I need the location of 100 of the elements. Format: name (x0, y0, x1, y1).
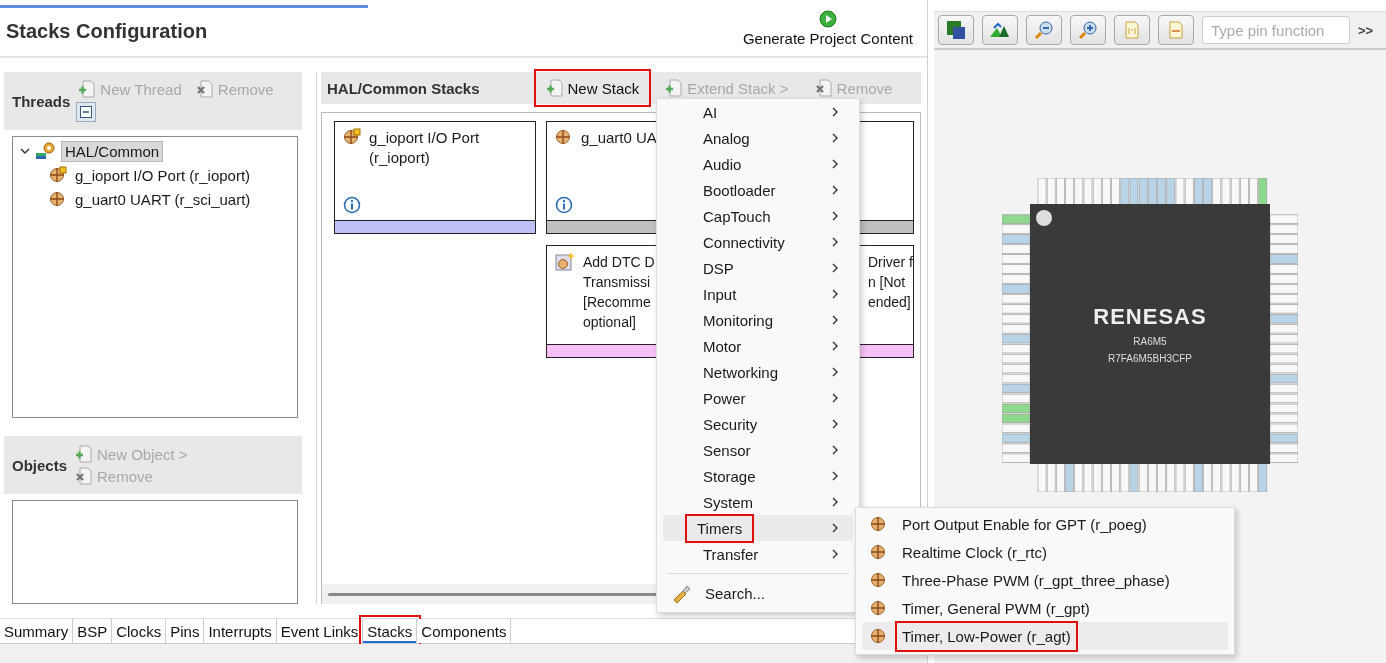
chevron-right-icon (831, 158, 839, 170)
module-card[interactable]: g_ioport I/O Port (r_ioport) (334, 121, 536, 234)
dependency-text: Transmissi (583, 273, 652, 292)
menu-item[interactable]: Networking (663, 359, 853, 385)
panel-title: Objects (12, 456, 68, 474)
tree-item[interactable]: g_uart0 UART (r_sci_uart) (71, 188, 255, 210)
pin-search-field[interactable]: Type pin function (1202, 16, 1350, 44)
chevron-right-icon (831, 392, 839, 404)
submenu-item[interactable]: Three-Phase PWM (r_gpt_three_phase) (862, 566, 1228, 594)
editor-tab[interactable]: Components (417, 619, 512, 643)
submenu-item[interactable]: Timer, Low-Power (r_agt) (862, 622, 1228, 650)
module-icon (870, 599, 888, 617)
mountain-icon (989, 22, 1011, 38)
dependency-text: [Recomme (583, 293, 652, 312)
generate-button[interactable]: Generate Project Content (742, 8, 913, 49)
dependency-text: n [Not (867, 273, 907, 292)
module-icon (49, 190, 67, 208)
chevron-right-icon (831, 444, 839, 456)
menu-item[interactable]: Audio (663, 151, 853, 177)
submenu-item[interactable]: Timer, General PWM (r_gpt) (862, 594, 1228, 622)
menu-item[interactable]: Connectivity (663, 229, 853, 255)
menu-item[interactable]: Monitoring (663, 307, 853, 333)
toolbar-button[interactable]: New Stack (543, 79, 642, 97)
chevron-right-icon (831, 288, 839, 300)
chevron-right-icon (831, 522, 839, 534)
chevron-right-icon (831, 366, 839, 378)
panel-title: HAL/Common Stacks (327, 79, 480, 97)
module-icon (343, 128, 361, 146)
menu-item[interactable]: Transfer (663, 541, 853, 567)
overflow-chevron[interactable]: >> (1358, 22, 1374, 38)
chip-save-icon (946, 20, 966, 40)
dependency-text: optional] (583, 313, 637, 332)
flashlight-icon (671, 583, 691, 603)
info-icon[interactable] (555, 196, 573, 214)
chevron-right-icon (831, 548, 839, 560)
menu-item[interactable]: CapTouch (663, 203, 853, 229)
play-icon (818, 10, 837, 28)
module-icon (870, 543, 888, 561)
chevron-right-icon (831, 496, 839, 508)
add-page-icon (75, 445, 94, 463)
module-title: g_ioport I/O Port (r_ioport) (369, 128, 481, 168)
dependency-text: ended] (867, 293, 912, 312)
add-page-icon (545, 79, 564, 97)
chevron-right-icon (831, 418, 839, 430)
menu-item[interactable]: Security (663, 411, 853, 437)
panel-title: Threads (12, 92, 71, 110)
menu-item[interactable]: Storage (663, 463, 853, 489)
chevron-right-icon (831, 262, 839, 274)
pin-one-marker-icon (1036, 210, 1052, 226)
save-button[interactable] (938, 15, 974, 45)
module-icon (49, 166, 67, 184)
chip-brand: RENESAS (1093, 304, 1207, 330)
layout-button[interactable] (982, 15, 1018, 45)
add-page-icon (78, 80, 97, 98)
menu-item[interactable]: Analog (663, 125, 853, 151)
chip-part-number: R7FA6M5BH3CFP (1108, 353, 1192, 364)
collapse-button[interactable] (76, 102, 97, 122)
add-module-icon (555, 252, 575, 272)
module-title: g_uart0 UA (581, 128, 657, 148)
dependency-text: Add DTC D (583, 253, 655, 272)
page-icon (1169, 21, 1183, 39)
remove-page-icon (75, 467, 94, 485)
chevron-right-icon (831, 340, 839, 352)
collapse-icon (80, 106, 93, 118)
zoom-out-icon (1034, 20, 1054, 40)
menu-item[interactable]: Bootloader (663, 177, 853, 203)
menu-item[interactable]: Power (663, 385, 853, 411)
chevron-right-icon (831, 210, 839, 222)
chevron-right-icon (831, 236, 839, 248)
submenu-item[interactable]: Realtime Clock (r_rtc) (862, 538, 1228, 566)
menu-item[interactable]: Input (663, 281, 853, 307)
menu-item[interactable]: System (663, 489, 853, 515)
menu-item[interactable]: DSP (663, 255, 853, 281)
menu-item[interactable]: Timers (663, 515, 853, 541)
dependency-text: Driver f (867, 253, 913, 272)
menu-item[interactable]: Sensor (663, 437, 853, 463)
chip-model: RA6M5 (1133, 336, 1167, 347)
chevron-right-icon (831, 314, 839, 326)
tree-item[interactable]: HAL/Common (61, 140, 164, 162)
submenu-item[interactable]: Port Output Enable for GPT (r_poeg) (862, 510, 1228, 538)
module-icon (555, 128, 573, 146)
page-icon (1125, 21, 1139, 39)
chevron-right-icon (831, 184, 839, 196)
gear-books-icon (35, 141, 57, 161)
menu-item[interactable]: AI (663, 99, 853, 125)
tree-item[interactable]: g_ioport I/O Port (r_ioport) (71, 164, 255, 186)
chevron-right-icon (831, 132, 839, 144)
chevron-right-icon (831, 106, 839, 118)
editor-title: Stacks Configuration (6, 20, 208, 43)
zoom-in-button[interactable] (1070, 15, 1106, 45)
info-icon[interactable] (343, 196, 361, 214)
remove-page-icon (195, 80, 214, 98)
menu-item[interactable]: Search... (663, 580, 853, 606)
chevron-right-icon (831, 470, 839, 482)
zoom-out-button[interactable] (1026, 15, 1062, 45)
module-icon (870, 627, 888, 645)
menu-item[interactable]: Motor (663, 333, 853, 359)
module-icon (870, 515, 888, 533)
zoom-in-icon (1078, 20, 1098, 40)
module-icon (870, 571, 888, 589)
